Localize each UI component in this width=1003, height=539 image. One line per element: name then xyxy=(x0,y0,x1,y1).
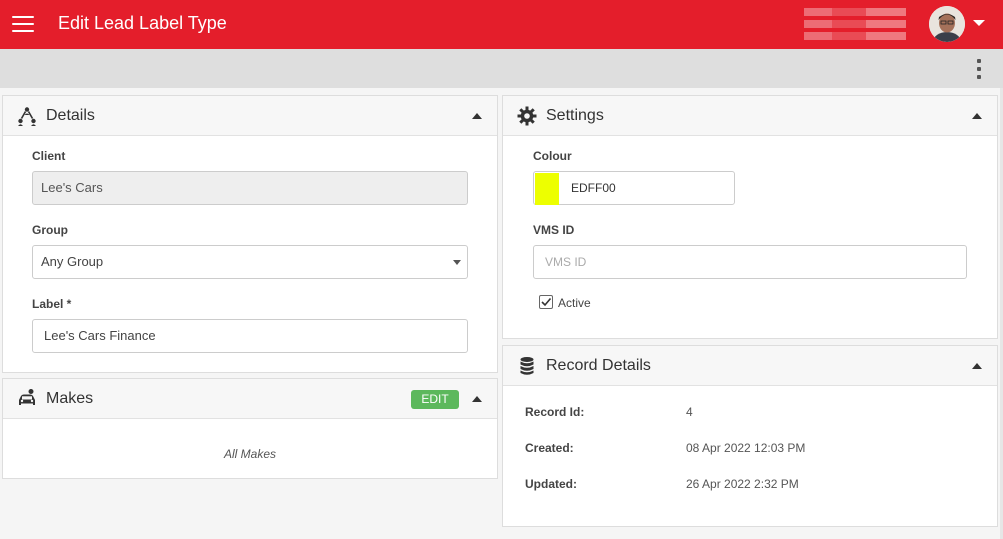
active-checkbox[interactable] xyxy=(539,295,553,309)
toolbar xyxy=(0,49,1003,88)
username-redacted xyxy=(776,6,906,42)
details-panel: Details Client Lee's Cars Group Any Grou… xyxy=(2,95,498,373)
group-label: Group xyxy=(32,223,68,237)
record-id-label: Record Id: xyxy=(525,405,585,419)
car-icon xyxy=(19,389,35,405)
updated-label: Updated: xyxy=(525,477,577,491)
collapse-caret-icon[interactable] xyxy=(972,113,982,119)
more-options-icon[interactable] xyxy=(972,58,986,80)
colour-swatch[interactable] xyxy=(535,173,559,205)
hamburger-icon[interactable] xyxy=(12,14,34,32)
created-label: Created: xyxy=(525,441,574,455)
settings-title: Settings xyxy=(546,107,604,124)
label-input[interactable]: Lee's Cars Finance xyxy=(32,319,468,353)
record-details-title: Record Details xyxy=(546,357,651,374)
makes-empty-text: All Makes xyxy=(223,447,276,461)
created-value: 08 Apr 2022 12:03 PM xyxy=(686,441,806,455)
record-details-panel-header[interactable]: Record Details xyxy=(503,346,997,386)
details-title: Details xyxy=(46,107,95,124)
page-title: Edit Lead Label Type xyxy=(58,13,227,33)
collapse-caret-icon[interactable] xyxy=(472,113,482,119)
vms-id-label: VMS ID xyxy=(533,223,575,237)
chevron-down-icon xyxy=(453,260,461,265)
record-details-panel: Record Details Record Id: 4 Created: 08 … xyxy=(502,345,998,527)
collapse-caret-icon[interactable] xyxy=(972,363,982,369)
user-menu-caret-icon[interactable] xyxy=(973,20,985,26)
colour-picker[interactable]: EDFF00 xyxy=(533,171,735,205)
colour-label: Colour xyxy=(533,149,572,163)
top-bar: Edit Lead Label Type xyxy=(0,0,1003,49)
gear-icon xyxy=(517,106,537,126)
record-id-value: 4 xyxy=(686,405,693,419)
active-label: Active xyxy=(558,296,591,310)
details-panel-header[interactable]: Details xyxy=(3,96,497,136)
settings-panel-header[interactable]: Settings xyxy=(503,96,997,136)
group-select-value: Any Group xyxy=(41,254,104,269)
edit-makes-button[interactable]: EDIT xyxy=(411,390,459,409)
makes-panel: Makes EDIT All Makes xyxy=(2,378,498,479)
vms-id-input[interactable] xyxy=(533,245,967,279)
group-select[interactable]: Any Group xyxy=(32,245,468,279)
client-label: Client xyxy=(32,149,66,163)
users-network-icon xyxy=(18,107,36,126)
makes-panel-header[interactable]: Makes EDIT xyxy=(3,379,497,419)
colour-value: EDFF00 xyxy=(571,181,616,195)
updated-value: 26 Apr 2022 2:32 PM xyxy=(686,477,799,491)
client-field: Lee's Cars xyxy=(32,171,468,205)
collapse-caret-icon[interactable] xyxy=(472,396,482,402)
checkmark-icon xyxy=(541,297,552,307)
makes-title: Makes xyxy=(46,390,94,407)
settings-panel: Settings Colour EDFF00 VMS ID Active xyxy=(502,95,998,339)
database-icon xyxy=(520,357,534,375)
label-label: Label * xyxy=(32,297,72,311)
user-avatar[interactable] xyxy=(929,6,965,42)
